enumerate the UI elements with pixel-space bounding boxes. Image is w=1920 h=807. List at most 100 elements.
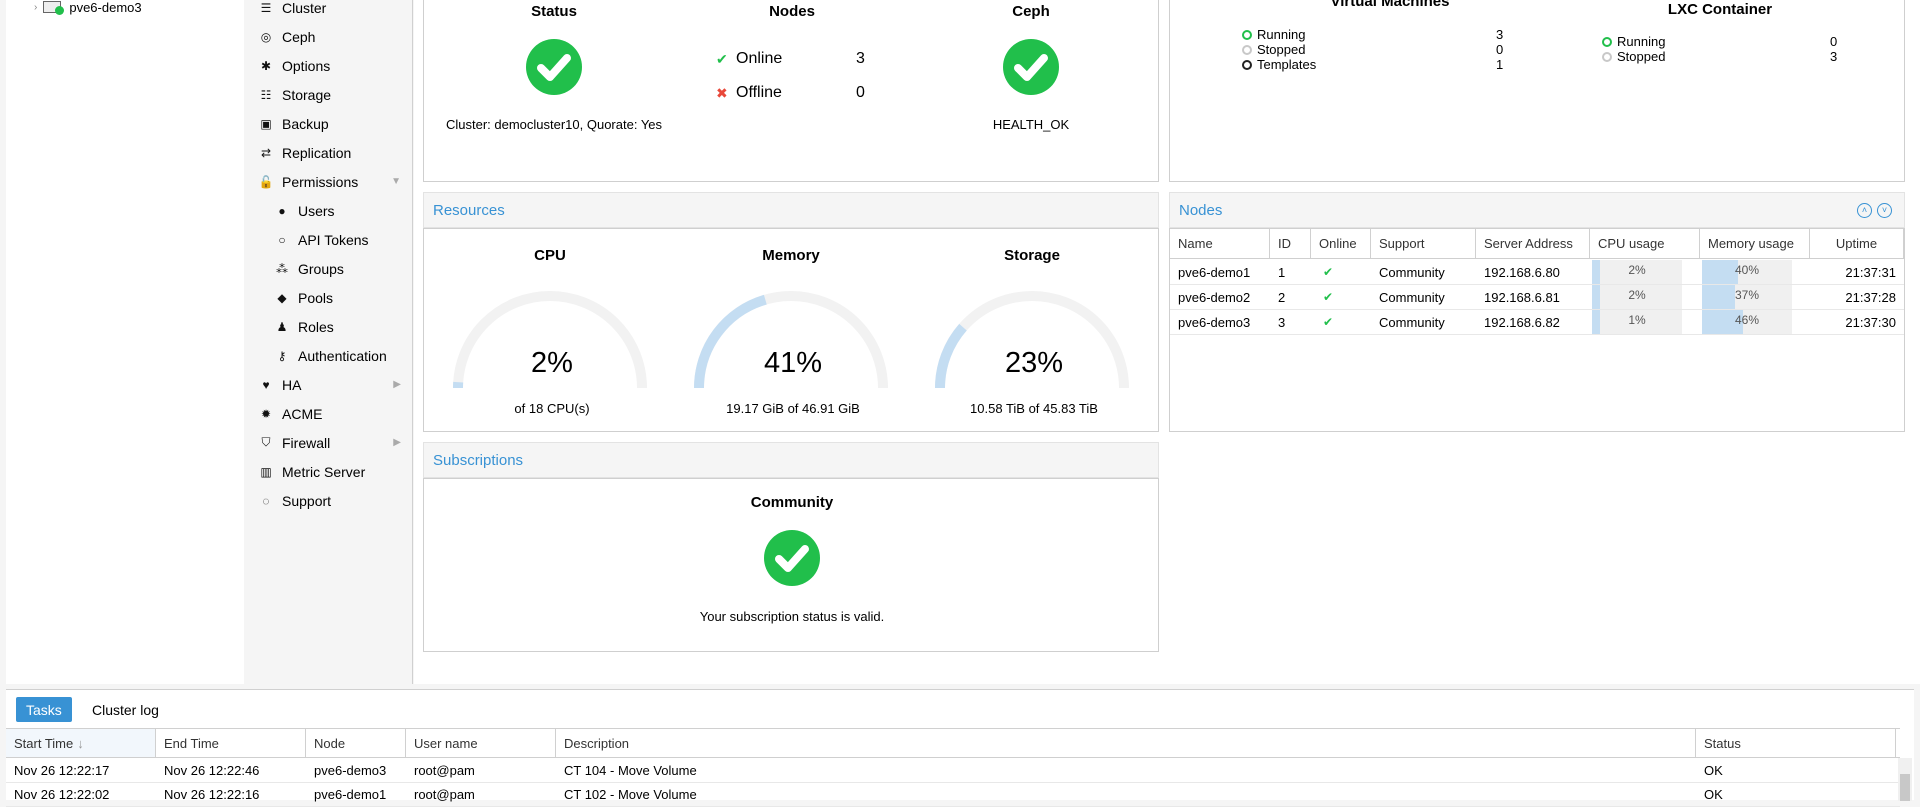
column-header-end-time[interactable]: End Time <box>156 729 306 757</box>
tab-cluster-log[interactable]: Cluster log <box>82 697 169 722</box>
menu-item-replication[interactable]: ⇄Replication <box>250 138 413 167</box>
column-header-server-address[interactable]: Server Address <box>1476 229 1590 258</box>
menu-item-ceph[interactable]: ◎Ceph <box>250 22 413 51</box>
menu-item-label: Pools <box>298 290 333 306</box>
unlock-icon: 🔓 <box>258 175 274 189</box>
column-header-name[interactable]: Name <box>1170 229 1270 258</box>
menu-item-firewall[interactable]: ⛉Firewall▶ <box>250 428 413 457</box>
menu-item-groups[interactable]: ⁂Groups <box>250 254 413 283</box>
menu-item-label: Metric Server <box>282 464 365 480</box>
node-mem-cell: 40% <box>1700 260 1810 284</box>
nodes-grid-title: Nodes <box>1179 202 1222 219</box>
check-icon: ✔ <box>1323 290 1333 304</box>
heartbeat-icon: ♥ <box>258 378 274 392</box>
task-start: Nov 26 12:22:02 <box>6 783 156 806</box>
status-circle-icon <box>1242 60 1252 70</box>
table-row[interactable]: Nov 26 12:22:17Nov 26 12:22:46pve6-demo3… <box>6 759 1900 783</box>
menu-item-metric-server[interactable]: ▥Metric Server <box>250 457 413 486</box>
expand-arrow-icon[interactable]: ▶ <box>393 437 401 448</box>
menu-item-ha[interactable]: ♥HA▶ <box>250 370 413 399</box>
menu-item-support[interactable]: ◌Support <box>250 486 413 515</box>
status-count: 0 <box>1830 34 1837 49</box>
guests-panel: Virtual Machines Running3Stopped0Templat… <box>1169 0 1905 182</box>
tags-icon: ◆ <box>274 291 290 305</box>
column-header-memory-usage[interactable]: Memory usage <box>1700 229 1810 258</box>
scrollbar-thumb[interactable] <box>1900 774 1910 801</box>
nodes-grid-header: Nodes ˄ ˅ <box>1169 192 1905 228</box>
node-cpu-cell: 2% <box>1590 285 1700 309</box>
tree-node-pve6-demo3[interactable]: › pve6-demo3 <box>34 0 142 14</box>
tasks-scrollbar[interactable] <box>1898 758 1912 801</box>
expand-arrow-icon[interactable]: ▼ <box>391 176 401 187</box>
column-header-support[interactable]: Support <box>1371 229 1476 258</box>
subscription-message: Your subscription status is valid. <box>642 609 942 624</box>
table-row[interactable]: pve6-demo33✔Community192.168.6.821%46%21… <box>1170 310 1904 335</box>
node-id: 3 <box>1270 310 1311 334</box>
column-header-uptime[interactable]: Uptime <box>1810 229 1904 258</box>
user-outline-icon: ○ <box>274 233 290 247</box>
task-status: OK <box>1696 759 1896 782</box>
menu-item-authentication[interactable]: ⚷ Authentication <box>250 341 413 370</box>
menu-item-roles[interactable]: ♟Roles <box>250 312 413 341</box>
online-value: 3 <box>856 50 865 68</box>
status-label: Templates <box>1257 57 1316 72</box>
column-header-online[interactable]: Online <box>1311 229 1371 258</box>
menu-item-storage[interactable]: ☷Storage <box>250 80 413 109</box>
health-panel: Status Cluster: democluster10, Quorate: … <box>423 0 1159 182</box>
subscriptions-header: Subscriptions <box>423 442 1159 478</box>
cpu-usage-bar: 2% <box>1592 285 1682 309</box>
sort-desc-icon[interactable]: ↓ <box>77 736 84 751</box>
menu-item-cluster[interactable]: ☰Cluster <box>250 0 413 22</box>
ceph-ok-icon <box>1003 39 1059 95</box>
cluster-quorum-text: Cluster: democluster10, Quorate: Yes <box>434 117 674 132</box>
retweet-icon: ⇄ <box>258 146 274 160</box>
check-icon: ✔ <box>1323 265 1333 279</box>
menu-item-backup[interactable]: ▣Backup <box>250 109 413 138</box>
menu-item-label: Permissions <box>282 174 358 190</box>
column-header-id[interactable]: ID <box>1270 229 1311 258</box>
column-header-cpu-usage[interactable]: CPU usage <box>1590 229 1700 258</box>
column-header-description[interactable]: Description <box>556 729 1696 757</box>
collapse-up-icon[interactable]: ˄ <box>1857 203 1872 218</box>
table-row[interactable]: pve6-demo22✔Community192.168.6.812%37%21… <box>1170 285 1904 310</box>
column-header-label: End Time <box>164 736 219 751</box>
column-header-status[interactable]: Status <box>1696 729 1896 757</box>
storage-gauge-detail: 10.58 TiB of 45.83 TiB <box>904 401 1164 416</box>
node-online-cell: ✔ <box>1311 285 1371 309</box>
menu-item-api-tokens[interactable]: ○API Tokens <box>250 225 413 254</box>
menu-item-options[interactable]: ✱Options <box>250 51 413 80</box>
vm-title: Virtual Machines <box>1300 0 1480 10</box>
table-row[interactable]: Nov 26 12:22:02Nov 26 12:22:16pve6-demo1… <box>6 783 1900 807</box>
menu-item-permissions[interactable]: 🔓 Permissions ▼ <box>250 167 413 196</box>
task-status: OK <box>1696 783 1896 806</box>
subscription-ok-icon <box>764 530 820 586</box>
chevron-right-icon[interactable]: › <box>34 2 37 13</box>
menu-item-label: Authentication <box>298 348 387 364</box>
lxc-status-running: Running0 <box>1602 34 1842 49</box>
column-header-start-time[interactable]: Start Time↓ <box>6 729 156 757</box>
node-uptime: 21:37:28 <box>1810 285 1904 309</box>
nodes-grid-columns: NameIDOnlineSupportServer AddressCPU usa… <box>1170 229 1904 259</box>
node-online-cell: ✔ <box>1311 310 1371 334</box>
menu-item-acme[interactable]: ✹ACME <box>250 399 413 428</box>
key-icon: ⚷ <box>274 349 290 363</box>
column-header-node[interactable]: Node <box>306 729 406 757</box>
node-uptime: 21:37:30 <box>1810 310 1904 334</box>
tab-tasks[interactable]: Tasks <box>16 697 72 722</box>
menu-item-pools[interactable]: ◆ Pools <box>250 283 413 312</box>
collapse-down-icon[interactable]: ˅ <box>1877 203 1892 218</box>
node-address: 192.168.6.80 <box>1476 260 1590 284</box>
status-ok-icon <box>526 39 582 95</box>
node-address: 192.168.6.82 <box>1476 310 1590 334</box>
task-end: Nov 26 12:22:46 <box>156 759 306 782</box>
memory-gauge-title: Memory <box>691 247 891 264</box>
status-count: 1 <box>1496 57 1503 72</box>
resources-header: Resources <box>423 192 1159 228</box>
node-online-cell: ✔ <box>1311 260 1371 284</box>
table-row[interactable]: pve6-demo11✔Community192.168.6.802%40%21… <box>1170 260 1904 285</box>
menu-item-users[interactable]: ●Users <box>250 196 413 225</box>
column-header-user-name[interactable]: User name <box>406 729 556 757</box>
vm-status-running: Running3 <box>1242 27 1508 42</box>
expand-arrow-icon[interactable]: ▶ <box>393 379 401 390</box>
check-icon: ✔ <box>1323 315 1333 329</box>
